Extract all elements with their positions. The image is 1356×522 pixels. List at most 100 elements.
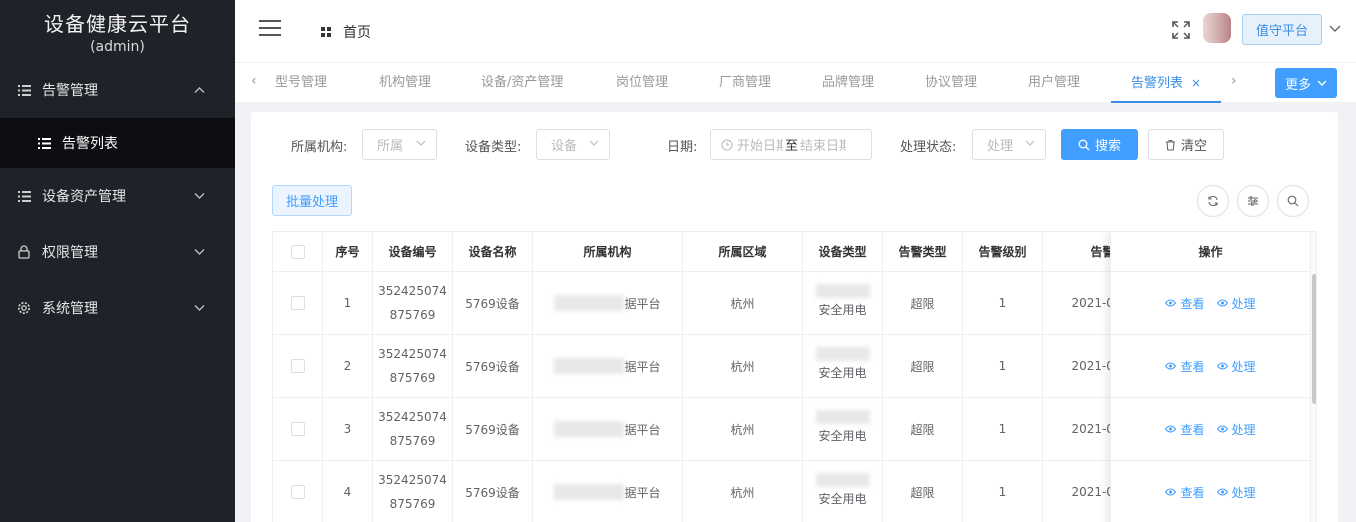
date-start-placeholder: 开始日期 xyxy=(737,139,783,154)
row-checkbox[interactable] xyxy=(290,422,305,436)
handle-label: 处理 xyxy=(1231,359,1256,374)
tab-vendor[interactable]: 厂商管理 xyxy=(719,63,771,103)
chevron-down-icon xyxy=(589,138,599,149)
search-toggle-icon[interactable] xyxy=(1277,185,1309,217)
gear-icon xyxy=(16,301,32,315)
clear-button[interactable]: 清空 xyxy=(1148,129,1224,160)
clock-icon xyxy=(721,138,733,151)
device-type-text: 安全用电 xyxy=(818,429,867,443)
type-filter-label: 设备类型: xyxy=(465,140,522,155)
refresh-icon[interactable] xyxy=(1197,185,1229,217)
row-checkbox[interactable] xyxy=(290,296,305,310)
breadcrumb-home[interactable]: 首页 xyxy=(321,22,371,42)
handle-link[interactable]: 处理 xyxy=(1216,421,1256,438)
view-link[interactable]: 查看 xyxy=(1165,358,1205,375)
alarm-level: 1 xyxy=(963,461,1043,522)
row-checkbox[interactable] xyxy=(290,359,305,373)
date-range-picker[interactable]: 开始日期 至 结束日期 xyxy=(710,129,872,160)
row-checkbox[interactable] xyxy=(290,485,305,499)
view-link[interactable]: 查看 xyxy=(1165,295,1205,312)
chevron-right-icon[interactable]: › xyxy=(1231,73,1237,89)
device-name: 5769设备 xyxy=(453,335,533,397)
view-link[interactable]: 查看 xyxy=(1165,484,1205,501)
duty-platform-button[interactable]: 值守平台 xyxy=(1242,14,1322,45)
area: 杭州 xyxy=(683,398,803,460)
tab-label: 告警列表 xyxy=(1130,76,1183,91)
handle-link[interactable]: 处理 xyxy=(1216,484,1256,501)
alarm-level: 1 xyxy=(963,398,1043,460)
chevron-left-icon[interactable]: ‹ xyxy=(251,73,257,89)
chevron-down-icon[interactable] xyxy=(1329,22,1341,36)
search-button[interactable]: 搜索 xyxy=(1061,129,1138,160)
device-code: 352425074 875769 xyxy=(373,335,453,397)
column-header: 告警级别 xyxy=(963,232,1043,271)
tab-model[interactable]: 型号管理 xyxy=(275,63,327,103)
redacted-text xyxy=(815,347,870,361)
device-code-line: 875769 xyxy=(389,371,436,385)
tab-device-asset[interactable]: 设备/资产管理 xyxy=(481,63,563,103)
filter-settings-icon[interactable] xyxy=(1237,185,1269,217)
area: 杭州 xyxy=(683,272,803,334)
org-select[interactable]: 所属 xyxy=(362,129,437,160)
more-button[interactable]: 更多 xyxy=(1275,68,1337,98)
table-row[interactable]: 1 352425074 875769 5769设备 据平台 杭州 安全用电 超限 … xyxy=(273,272,1163,335)
tab-position[interactable]: 岗位管理 xyxy=(616,63,668,103)
fullscreen-icon[interactable] xyxy=(1171,20,1191,40)
scrollbar-thumb[interactable] xyxy=(1312,274,1316,404)
tab-user[interactable]: 用户管理 xyxy=(1028,63,1080,103)
redacted-text xyxy=(815,284,870,298)
handle-label: 处理 xyxy=(1231,485,1256,500)
column-header: 设备名称 xyxy=(453,232,533,271)
row-actions: 查看 处理 xyxy=(1111,335,1310,398)
sidebar-item-alarm-management[interactable]: 告警管理 xyxy=(0,62,235,118)
table-header-row: 序号 设备编号 设备名称 所属机构 所属区域 设备类型 告警类型 告警级别 告警 xyxy=(273,232,1163,272)
device-type-select[interactable]: 设备 xyxy=(536,129,610,160)
row-select-cell xyxy=(273,335,323,397)
sidebar-item-asset-management[interactable]: 设备资产管理 xyxy=(0,168,235,224)
row-index: 3 xyxy=(323,398,373,460)
view-link[interactable]: 查看 xyxy=(1165,421,1205,438)
organization-text: 据平台 xyxy=(624,422,661,437)
chevron-down-icon xyxy=(1317,78,1327,89)
device-type: 安全用电 xyxy=(803,272,883,334)
status-select[interactable]: 处理 xyxy=(972,129,1046,160)
table-row[interactable]: 2 352425074 875769 5769设备 据平台 杭州 安全用电 超限 … xyxy=(273,335,1163,398)
clear-label: 清空 xyxy=(1180,139,1207,154)
menu-toggle-icon[interactable] xyxy=(259,20,281,38)
batch-process-button[interactable]: 批量处理 xyxy=(272,185,352,216)
device-code-line: 352425074 xyxy=(378,410,447,424)
operations-column: 操作 查看 处理 查看 处理 查看 处理 查看 处理 xyxy=(1110,232,1310,522)
row-select-cell xyxy=(273,272,323,334)
select-all-checkbox[interactable] xyxy=(290,244,305,259)
brand-title: 设备健康云平台 xyxy=(44,12,191,36)
close-icon[interactable]: × xyxy=(1191,76,1201,90)
device-name: 5769设备 xyxy=(453,461,533,522)
breadcrumb-home-label: 首页 xyxy=(343,25,371,41)
sidebar-item-system-management[interactable]: 系统管理 xyxy=(0,280,235,336)
sidebar-item-alarm-list[interactable]: 告警列表 xyxy=(0,118,235,168)
content-card: 所属机构: 所属 设备类型: 设备 日期: 开始日期 至 结束日期 处理状态: … xyxy=(251,112,1338,522)
tab-organization[interactable]: 机构管理 xyxy=(379,63,431,103)
table-row[interactable]: 4 352425074 875769 5769设备 据平台 杭州 安全用电 超限 … xyxy=(273,461,1163,522)
alarm-level: 1 xyxy=(963,272,1043,334)
avatar[interactable] xyxy=(1203,13,1231,43)
device-code: 352425074 875769 xyxy=(373,398,453,460)
device-code-line: 352425074 xyxy=(378,284,447,298)
tab-protocol[interactable]: 协议管理 xyxy=(925,63,977,103)
device-code-line: 875769 xyxy=(389,308,436,322)
handle-link[interactable]: 处理 xyxy=(1216,358,1256,375)
tab-brand[interactable]: 品牌管理 xyxy=(822,63,874,103)
sidebar-item-permission-management[interactable]: 权限管理 xyxy=(0,224,235,280)
search-label: 搜索 xyxy=(1094,139,1121,154)
handle-link[interactable]: 处理 xyxy=(1216,295,1256,312)
tab-alarm-list[interactable]: 告警列表 × xyxy=(1111,63,1221,103)
lock-icon xyxy=(16,245,32,259)
redacted-text xyxy=(554,295,625,311)
eye-icon xyxy=(1165,485,1177,499)
table-scrollbar[interactable] xyxy=(1310,232,1316,522)
status-filter-label: 处理状态: xyxy=(900,140,957,155)
date-filter-label: 日期: xyxy=(667,140,698,155)
chevron-down-icon xyxy=(194,246,205,259)
row-index: 2 xyxy=(323,335,373,397)
table-row[interactable]: 3 352425074 875769 5769设备 据平台 杭州 安全用电 超限 … xyxy=(273,398,1163,461)
